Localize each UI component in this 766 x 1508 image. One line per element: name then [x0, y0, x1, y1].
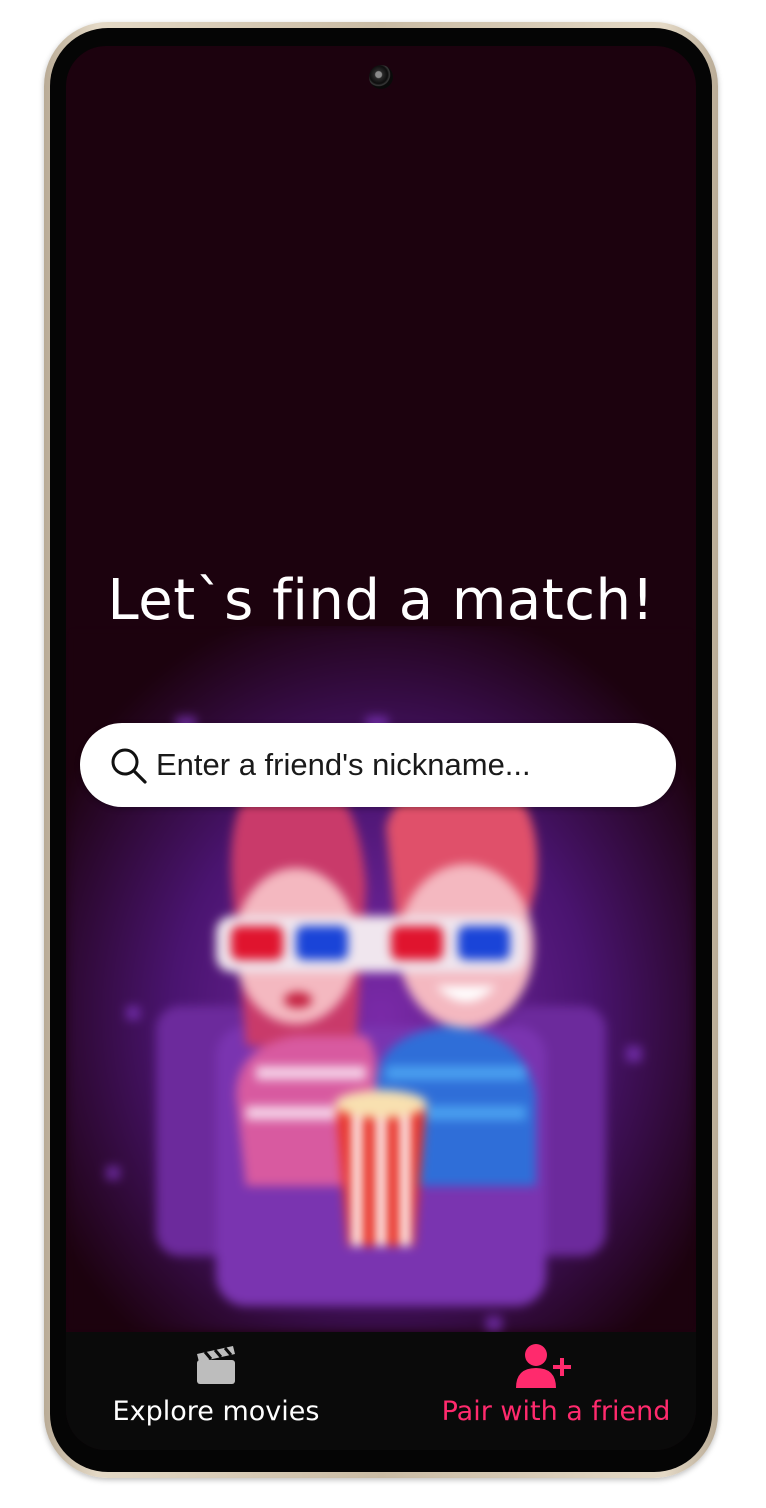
add-friend-icon	[516, 1344, 571, 1388]
bottom-tab-bar: Explore movies Pair with a friend	[66, 1332, 696, 1450]
friend-nickname-input[interactable]	[156, 723, 646, 807]
tab-pair-with-friend[interactable]: Pair with a friend	[426, 1332, 686, 1450]
tab-pair-with-friend-label: Pair with a friend	[441, 1396, 671, 1427]
friend-search-bar[interactable]	[80, 723, 676, 807]
clapperboard-icon	[197, 1346, 235, 1384]
app-screen: Let`s find a match! Explore movies Pair …	[66, 46, 696, 1450]
page-title: Let`s find a match!	[107, 568, 655, 633]
tab-explore-movies-label: Explore movies	[112, 1396, 320, 1427]
front-camera	[369, 65, 393, 89]
search-icon	[111, 748, 147, 784]
tab-explore-movies[interactable]: Explore movies	[86, 1332, 346, 1450]
